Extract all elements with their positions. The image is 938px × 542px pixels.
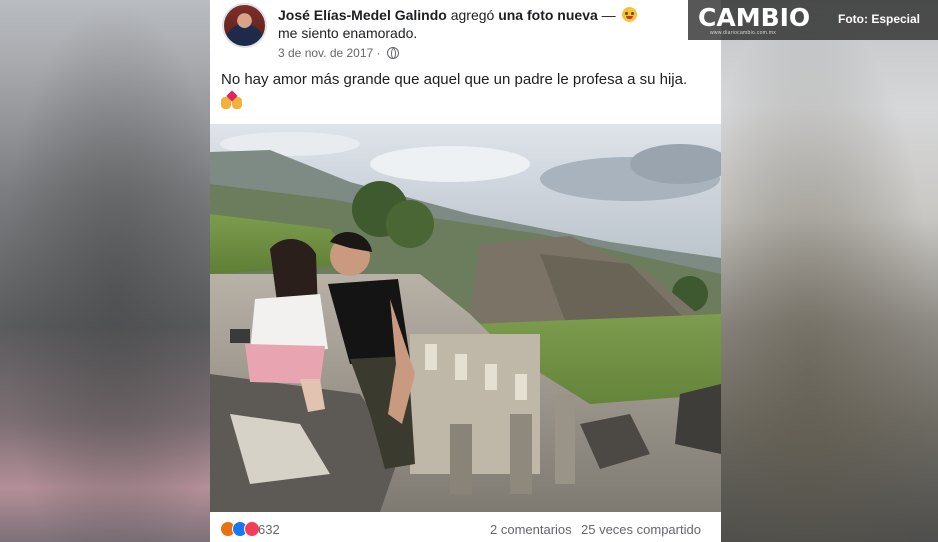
post-photo[interactable] [210,124,721,512]
girl-shirt [250,294,328,352]
cloud [370,146,530,182]
ruin-block [450,424,472,494]
post-header-text: José Elías-Medel Galindo agregó una foto… [278,6,698,42]
meta-separator: · [376,46,381,60]
smiling-face-with-hearts-icon [621,7,637,22]
ruin-pillar [515,374,527,400]
post-caption: No hay amor más grande que aquel que un … [221,71,688,88]
girl-skirt [245,344,325,384]
avatar[interactable] [222,3,267,48]
cambio-subtitle: www.diariocambio.com.mx [710,30,777,36]
ruin-pillar [485,364,497,390]
globe-icon[interactable] [386,47,399,59]
action-prefix: agregó [450,7,495,23]
fist-heart-emoji-icon [221,90,243,110]
cambio-logo: CAMBIO [698,3,811,32]
author-name[interactable]: José Elías-Medel Galindo [278,7,447,23]
feeling-text: me siento enamorado. [278,25,418,41]
post-meta: 3 de nov. de 2017 · [278,46,399,60]
action-object[interactable]: una foto nueva [498,7,598,23]
rock [675,384,721,454]
post-header: José Elías-Medel Galindo agregó una foto… [210,0,721,68]
tree [386,200,434,248]
comments-count[interactable]: 2 comentarios [490,522,572,537]
ruin-pillar [425,344,437,370]
post-footer: 632 2 comentarios 25 veces compartido [210,512,721,542]
watermark-bar: CAMBIO www.diariocambio.com.mx Foto: Esp… [688,0,938,40]
reaction-count[interactable]: 632 [258,522,280,537]
shares-count[interactable]: 25 veces compartido [581,522,701,537]
action-dash: — [601,7,616,23]
ruin-pillar [455,354,467,380]
photo-credit: Foto: Especial [838,12,921,26]
background-blur-right [721,0,938,542]
ruin-block [555,394,575,484]
ruin-block [510,414,532,494]
facebook-post: José Elías-Medel Galindo agregó una foto… [210,0,721,542]
photo-scene [210,124,721,512]
post-date[interactable]: 3 de nov. de 2017 [278,46,373,60]
camera [230,329,250,343]
background-blur-left [0,0,210,542]
